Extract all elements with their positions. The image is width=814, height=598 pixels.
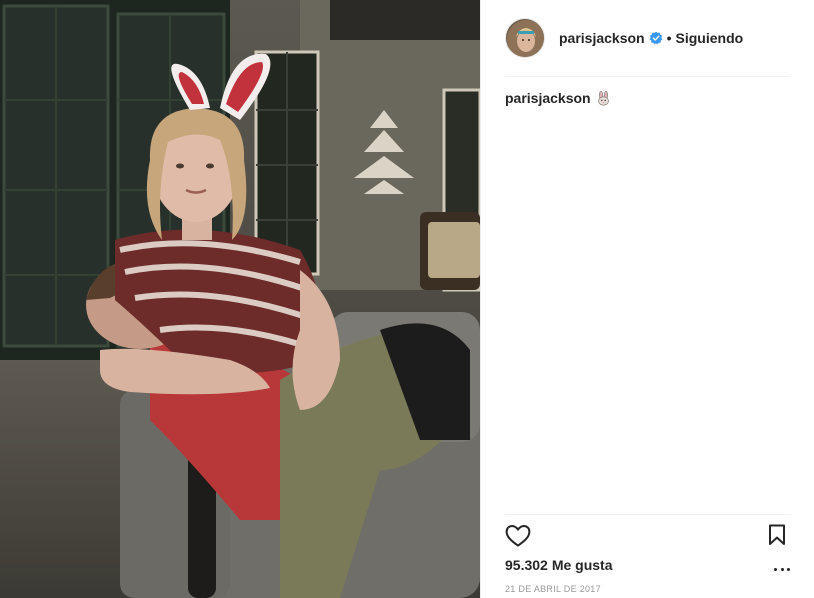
more-options-icon-dot <box>774 567 777 571</box>
header-divider <box>505 76 790 77</box>
avatar[interactable] <box>505 18 545 58</box>
likes-count[interactable]: 95.302 Me gusta <box>505 557 613 573</box>
separator-dot: • <box>666 30 672 46</box>
post-caption: parisjackson <box>505 90 611 106</box>
caption-username-link[interactable]: parisjackson <box>505 90 591 106</box>
more-options-icon-dot <box>787 567 790 571</box>
more-options-icon-dot <box>780 567 784 571</box>
likes-number: 95.302 <box>505 557 548 573</box>
post-actions <box>505 524 790 550</box>
actions-divider <box>505 514 790 515</box>
header-username-link[interactable]: parisjackson <box>559 30 645 46</box>
post-details-panel: parisjackson • Siguiendo parisjackson 95… <box>480 0 814 598</box>
verified-badge-icon <box>649 31 663 45</box>
post-header: parisjackson • Siguiendo <box>481 0 814 76</box>
like-button[interactable] <box>505 524 531 548</box>
photo-illustration <box>0 0 480 598</box>
post-photo[interactable] <box>0 0 480 598</box>
save-button[interactable] <box>768 524 786 546</box>
post-date[interactable]: 21 DE ABRIL DE 2017 <box>505 584 601 594</box>
avatar-image-icon <box>506 19 544 57</box>
rabbit-icon <box>596 90 611 106</box>
bookmark-icon <box>769 524 785 545</box>
following-button[interactable]: Siguiendo <box>676 30 744 46</box>
heart-icon <box>505 525 531 547</box>
likes-label: Me gusta <box>551 557 613 573</box>
instagram-post: parisjackson • Siguiendo parisjackson 95… <box>0 0 814 598</box>
more-options-button[interactable] <box>774 566 790 572</box>
